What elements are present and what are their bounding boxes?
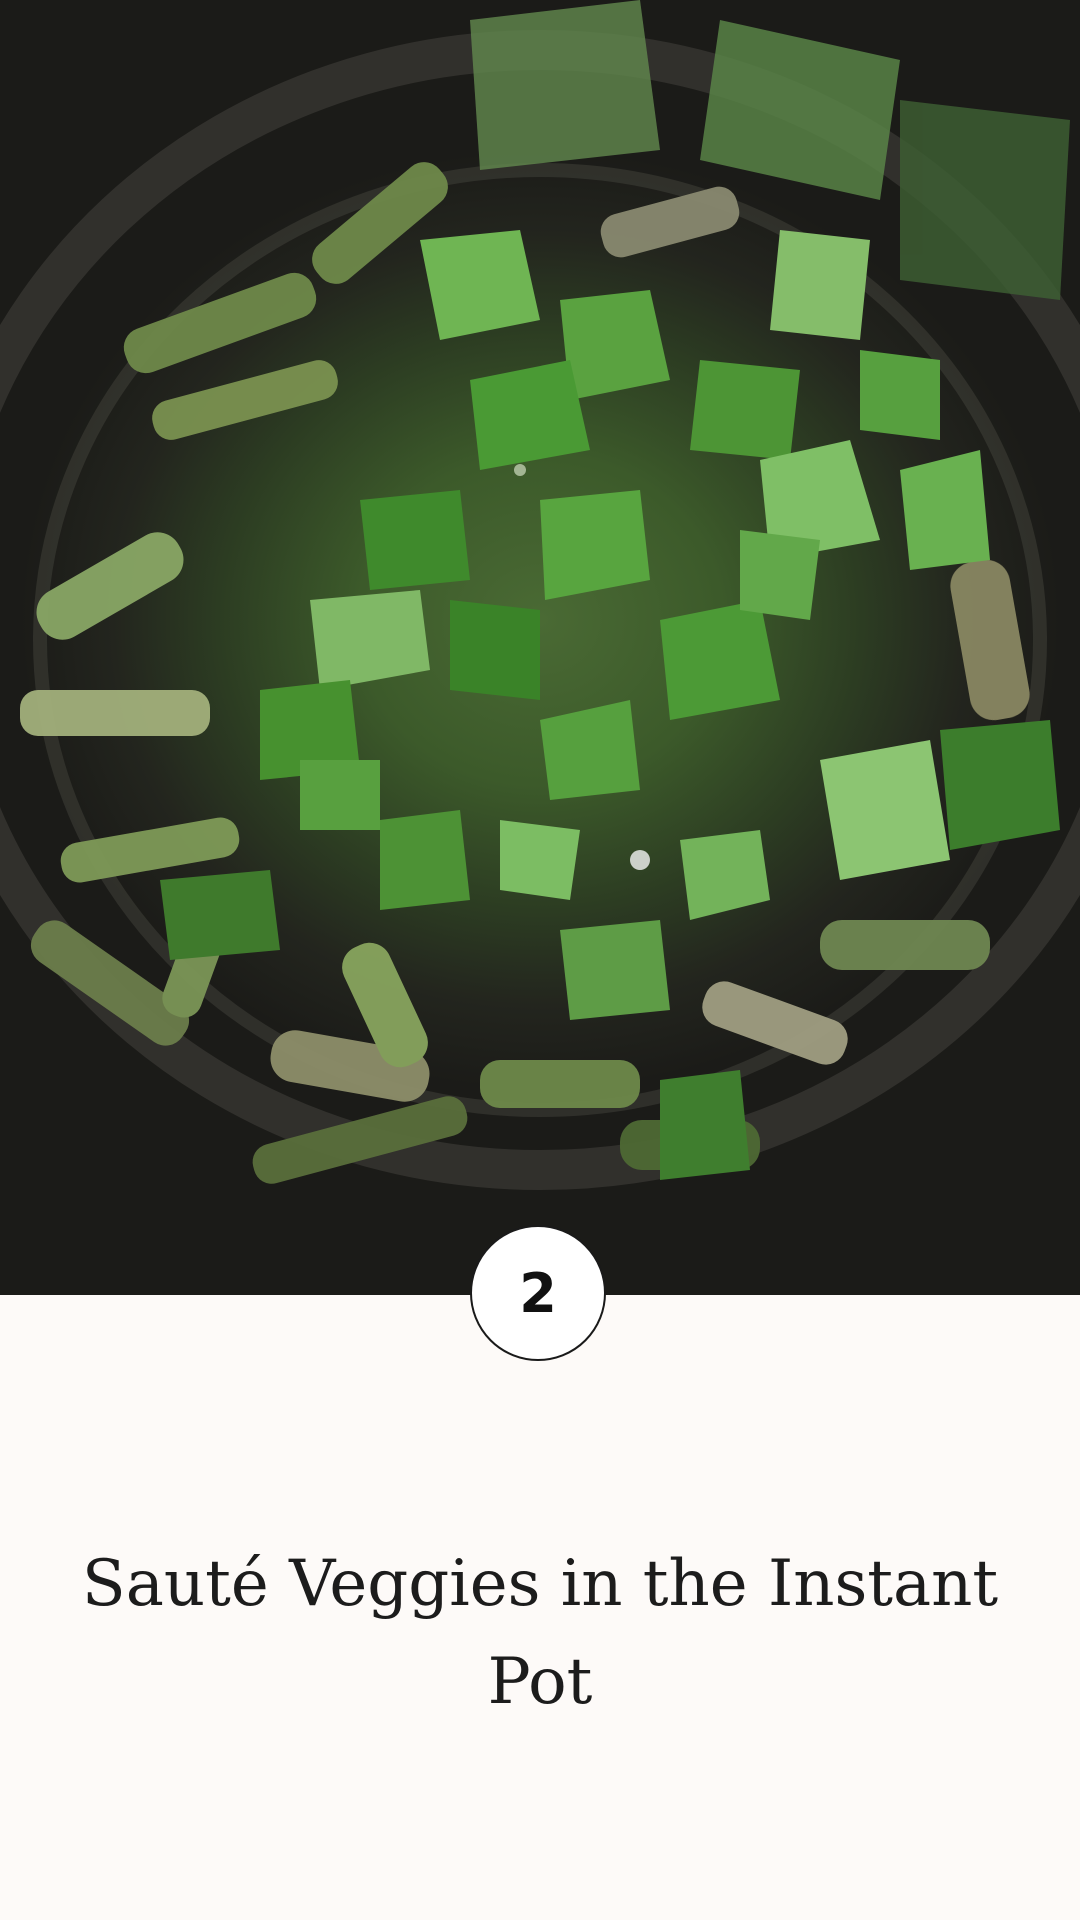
step-number: 2 [519,1261,557,1325]
recipe-step-photo [0,0,1080,1295]
step-title: Sauté Veggies in the Instant Pot [81,1547,999,1719]
step-number-badge: 2 [470,1225,606,1361]
vegetables-in-pot-image [0,0,1080,1190]
